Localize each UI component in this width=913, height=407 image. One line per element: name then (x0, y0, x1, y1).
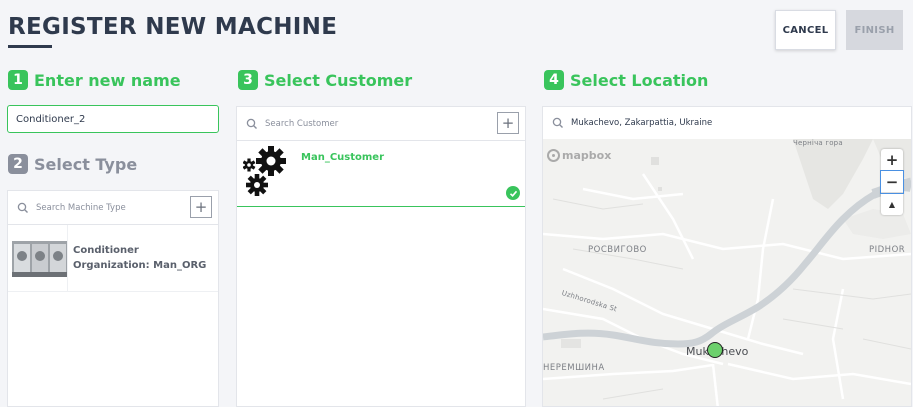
step-2-label: Select Type (34, 154, 138, 174)
location-search-row (543, 107, 911, 140)
machine-type-org: Organization: Man_ORG (73, 260, 207, 271)
machine-name-input[interactable] (7, 105, 219, 133)
step-1-number: 1 (8, 70, 28, 90)
map-label-neremshyna: НЕРЕМШИНА (543, 363, 605, 373)
customer-search-input[interactable] (263, 117, 407, 130)
type-item-divider (67, 225, 68, 291)
conditioner-thumbnail (12, 241, 68, 277)
machine-type-name: Conditioner (73, 245, 139, 256)
cancel-button[interactable]: CANCEL (775, 10, 836, 50)
zoom-in-button[interactable]: + (881, 149, 903, 171)
add-machine-type-button[interactable]: + (190, 196, 212, 218)
machine-type-text: Conditioner Organization: Man_ORG (73, 243, 206, 273)
customer-name: Man_Customer (301, 152, 385, 163)
selected-check-icon (506, 186, 520, 200)
step-4-number: 4 (544, 70, 564, 90)
step-4-heading: 4 Select Location (544, 70, 708, 90)
map-label-rosvygovo: РОСВИГОВО (588, 245, 647, 255)
machine-type-search-input[interactable] (34, 201, 178, 214)
mapbox-logo-icon (547, 149, 560, 162)
step-2-heading: 2 Select Type (8, 154, 137, 174)
compass-button[interactable]: ▲ (881, 193, 903, 215)
mapbox-logo: mapbox (547, 149, 611, 162)
page-title: REGISTER NEW MACHINE (8, 14, 338, 40)
gears-icon (243, 146, 286, 196)
step-1-label: Enter new name (34, 70, 181, 90)
location-search-input[interactable] (569, 117, 873, 129)
zoom-out-button[interactable]: − (880, 170, 904, 194)
location-panel: mapbox Черніча гора РОСВИГОВО PIDHOR Uzh… (542, 106, 912, 407)
map-label-pidhora: PIDHOR (869, 245, 906, 255)
map-label-top-right: Черніча гора (793, 139, 843, 147)
mapbox-logo-text: mapbox (562, 149, 612, 162)
step-4-label: Select Location (570, 70, 709, 90)
finish-button[interactable]: FINISH (846, 10, 903, 50)
step-1-heading: 1 Enter new name (8, 70, 181, 90)
search-icon (246, 118, 257, 129)
step-3-number: 3 (238, 70, 258, 90)
location-map[interactable]: mapbox Черніча гора РОСВИГОВО PIDHOR Uzh… (543, 139, 911, 406)
machine-type-panel: + Conditioner Organization: Man_ORG (7, 190, 219, 407)
search-icon (552, 117, 563, 128)
add-customer-button[interactable]: + (497, 112, 519, 134)
customer-item[interactable]: Man_Customer (237, 140, 525, 207)
step-3-label: Select Customer (264, 70, 413, 90)
machine-type-search-row: + (8, 191, 218, 225)
customer-panel: + (236, 106, 526, 407)
customer-search-row: + (237, 107, 525, 141)
step-3-heading: 3 Select Customer (238, 70, 412, 90)
search-icon (17, 202, 28, 213)
title-underline (8, 45, 52, 48)
map-zoom-control: + − ▲ (880, 149, 904, 215)
step-2-number: 2 (8, 154, 28, 174)
location-pin-marker[interactable] (707, 342, 723, 358)
